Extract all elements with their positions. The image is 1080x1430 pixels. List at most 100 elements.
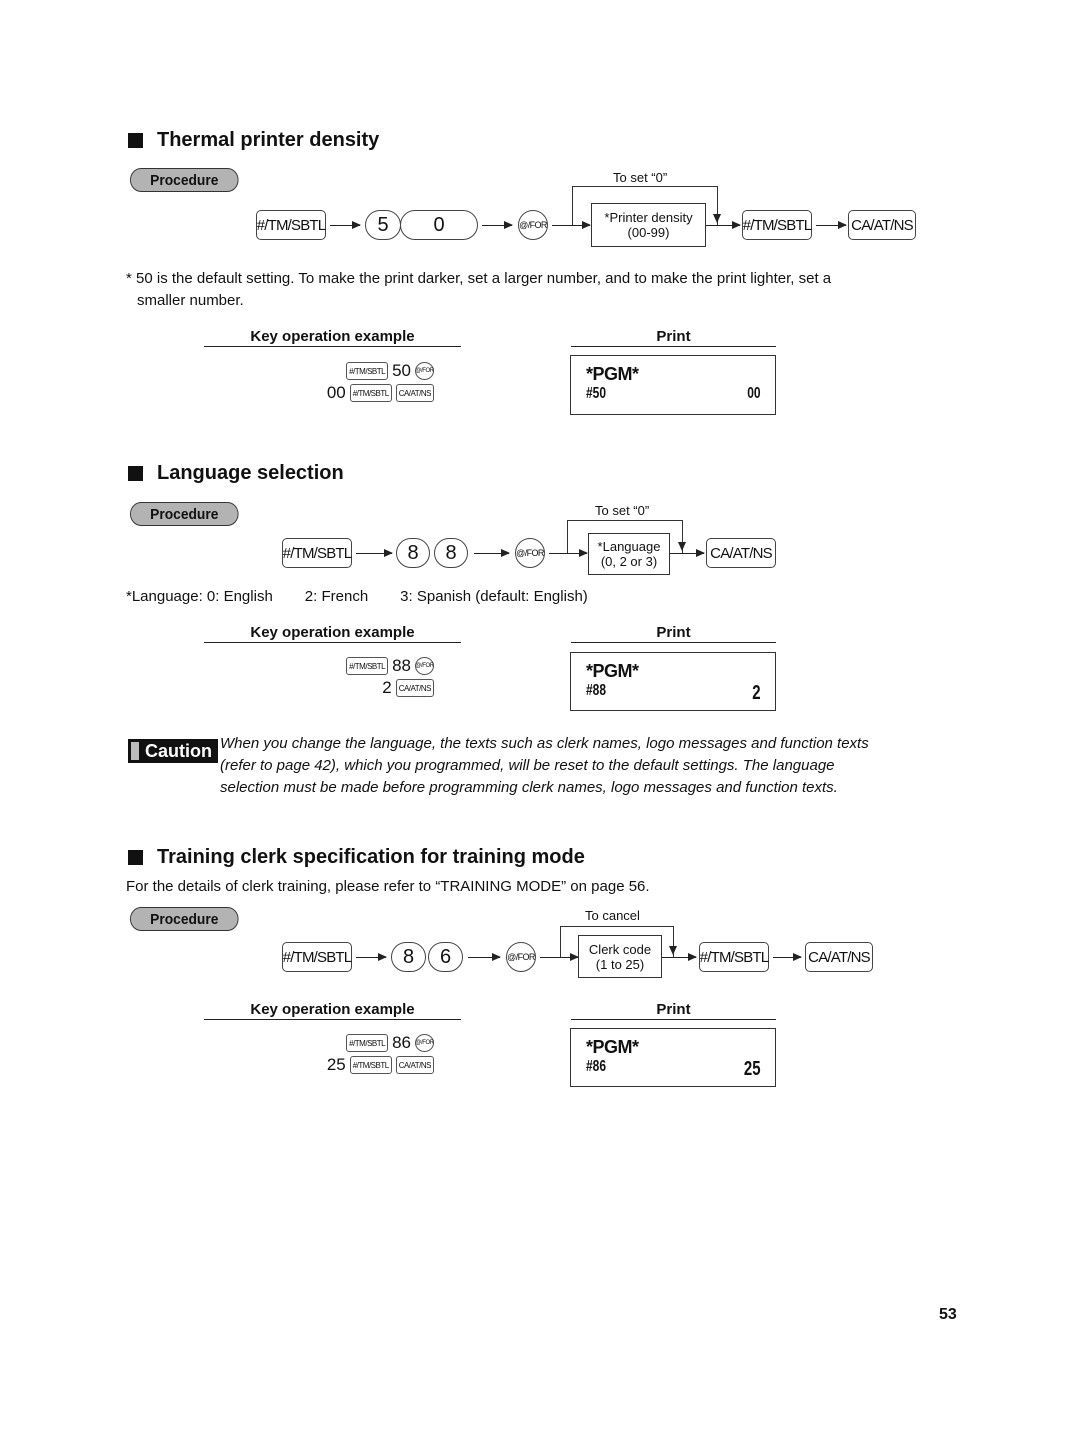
procedure-label-text: Procedure	[150, 171, 219, 189]
input-box-line1: *Language	[597, 539, 661, 554]
key-operation-value: 86	[392, 1033, 411, 1052]
key-digit-label: 0	[433, 213, 445, 236]
print-receipt: *PGM* #50 00	[570, 355, 776, 415]
key-tm-sbtl: #/TM/SBTL	[256, 210, 326, 240]
key-operation-example: #/TM/SBTL 88 @/FOR 2 CA/AT/NS	[204, 655, 434, 699]
caution-line: When you change the language, the texts …	[220, 735, 869, 752]
caution-text: When you change the language, the texts …	[220, 733, 940, 799]
flow-arrow-icon	[552, 219, 591, 231]
bullet-square-icon	[128, 466, 143, 481]
print-receipt: *PGM* #86 25	[570, 1028, 776, 1087]
section-title-printer-density: Thermal printer density	[128, 129, 379, 152]
key-label: @/FOR	[507, 952, 535, 962]
flow-arrow-icon	[330, 219, 361, 231]
key-digit-label: 8	[407, 541, 419, 564]
bypass-arrowhead-icon	[713, 214, 721, 223]
key-tm-sbtl: #/TM/SBTL	[282, 942, 352, 972]
input-box-language: *Language (0, 2 or 3)	[588, 533, 670, 575]
receipt-code: #86	[586, 1058, 607, 1075]
key-ca-at-ns: CA/AT/NS	[848, 210, 916, 240]
key-tm-sbtl: #/TM/SBTL	[699, 942, 769, 972]
training-intro: For the details of clerk training, pleas…	[126, 878, 650, 895]
key-label: @/FOR	[516, 548, 544, 558]
section-title-text: Training clerk specification for trainin…	[157, 846, 585, 868]
flow-arrow-icon	[356, 547, 393, 559]
default-note-line2: smaller number.	[137, 292, 244, 309]
key-operation-line: #/TM/SBTL 88 @/FOR	[204, 655, 434, 677]
caution-badge: Caution	[128, 739, 218, 763]
default-note-line1: * 50 is the default setting. To make the…	[126, 270, 832, 287]
key-label: CA/AT/NS	[851, 216, 913, 234]
mini-key-at-for: @/FOR	[415, 362, 434, 380]
flow-arrow-icon	[540, 951, 579, 963]
flow-arrow-icon	[468, 951, 501, 963]
language-option: 2: French	[304, 588, 369, 605]
language-option: 3: Spanish (default: English)	[400, 588, 588, 605]
receipt-code: #88	[586, 682, 607, 699]
mini-key-tm-sbtl: #/TM/SBTL	[346, 1034, 389, 1052]
bypass-label: To set “0”	[613, 170, 668, 185]
receipt-header: *PGM*	[586, 661, 639, 681]
key-operation-value: 50	[392, 361, 411, 380]
section-title-language-selection: Language selection	[128, 462, 344, 485]
key-label: #/TM/SBTL	[256, 216, 326, 234]
key-label: #/TM/SBTL	[742, 216, 812, 234]
bullet-square-icon	[128, 133, 143, 148]
key-operation-line: 25 #/TM/SBTL CA/AT/NS	[204, 1054, 434, 1076]
caution-bar-icon	[131, 742, 139, 760]
receipt-line: #86 25	[586, 1058, 761, 1081]
language-options: *Language: 0: English 2: French 3: Spanish…	[126, 586, 588, 608]
caution-line: (refer to page 42), which you programmed…	[220, 757, 835, 774]
mini-key-tm-sbtl: #/TM/SBTL	[346, 657, 389, 675]
key-operation-value: 25	[326, 1055, 346, 1074]
receipt-header: *PGM*	[586, 364, 639, 384]
key-digit: 6	[428, 942, 463, 972]
key-operation-example: #/TM/SBTL 50 @/FOR 00 #/TM/SBTL CA/AT/NS	[204, 360, 434, 404]
print-heading-text: Print	[656, 328, 691, 345]
key-at-for: @/FOR	[515, 538, 545, 568]
key-operation-heading-text: Key operation example	[250, 328, 415, 345]
key-label: #/TM/SBTL	[699, 948, 769, 966]
flow-arrow-icon	[474, 547, 510, 559]
procedure-label: Procedure	[130, 907, 239, 931]
page-number: 53	[939, 1306, 957, 1323]
key-label: CA/AT/NS	[710, 544, 772, 562]
bypass-label: To set “0”	[595, 503, 650, 518]
language-option: *Language: 0: English	[126, 588, 273, 605]
input-box-line2: (1 to 25)	[595, 956, 645, 972]
key-operation-heading: Key operation example	[204, 624, 461, 643]
key-ca-at-ns: CA/AT/NS	[706, 538, 776, 568]
input-box-line1: Clerk code	[588, 941, 652, 957]
bullet-square-icon	[128, 850, 143, 865]
flow-arrow-icon	[662, 951, 697, 963]
receipt-header: *PGM*	[586, 1037, 639, 1057]
mini-key-tm-sbtl: #/TM/SBTL	[349, 384, 392, 402]
key-operation-example: #/TM/SBTL 86 @/FOR 25 #/TM/SBTL CA/AT/NS	[204, 1032, 434, 1076]
caution-line: selection must be made before programmin…	[220, 779, 838, 796]
print-heading: Print	[571, 624, 776, 643]
flow-arrow-icon	[816, 219, 847, 231]
key-ca-at-ns: CA/AT/NS	[805, 942, 873, 972]
key-label: #/TM/SBTL	[282, 544, 352, 562]
key-operation-line: 2 CA/AT/NS	[204, 677, 434, 699]
key-digit-label: 8	[402, 945, 415, 968]
input-box-line2: (0, 2 or 3)	[600, 554, 658, 569]
key-operation-value: 2	[382, 678, 392, 697]
bypass-arrowhead-icon	[678, 542, 686, 551]
key-digit-label: 5	[377, 213, 389, 236]
key-operation-value: 00	[326, 383, 346, 402]
procedure-label: Procedure	[130, 168, 239, 192]
mini-key-ca-at-ns: CA/AT/NS	[395, 679, 434, 697]
procedure-label-text: Procedure	[150, 505, 219, 523]
key-operation-line: #/TM/SBTL 50 @/FOR	[204, 360, 434, 382]
flow-arrow-icon	[549, 547, 588, 559]
key-digit: 8	[396, 538, 430, 568]
key-digit-label: 6	[439, 945, 452, 968]
key-operation-heading-text: Key operation example	[250, 624, 415, 641]
mini-key-tm-sbtl: #/TM/SBTL	[346, 362, 389, 380]
key-label: #/TM/SBTL	[282, 948, 352, 966]
default-note: * 50 is the default setting. To make the…	[126, 268, 946, 312]
receipt-value: 25	[743, 1058, 761, 1080]
receipt-code: #50	[586, 385, 607, 402]
print-heading: Print	[571, 328, 776, 347]
